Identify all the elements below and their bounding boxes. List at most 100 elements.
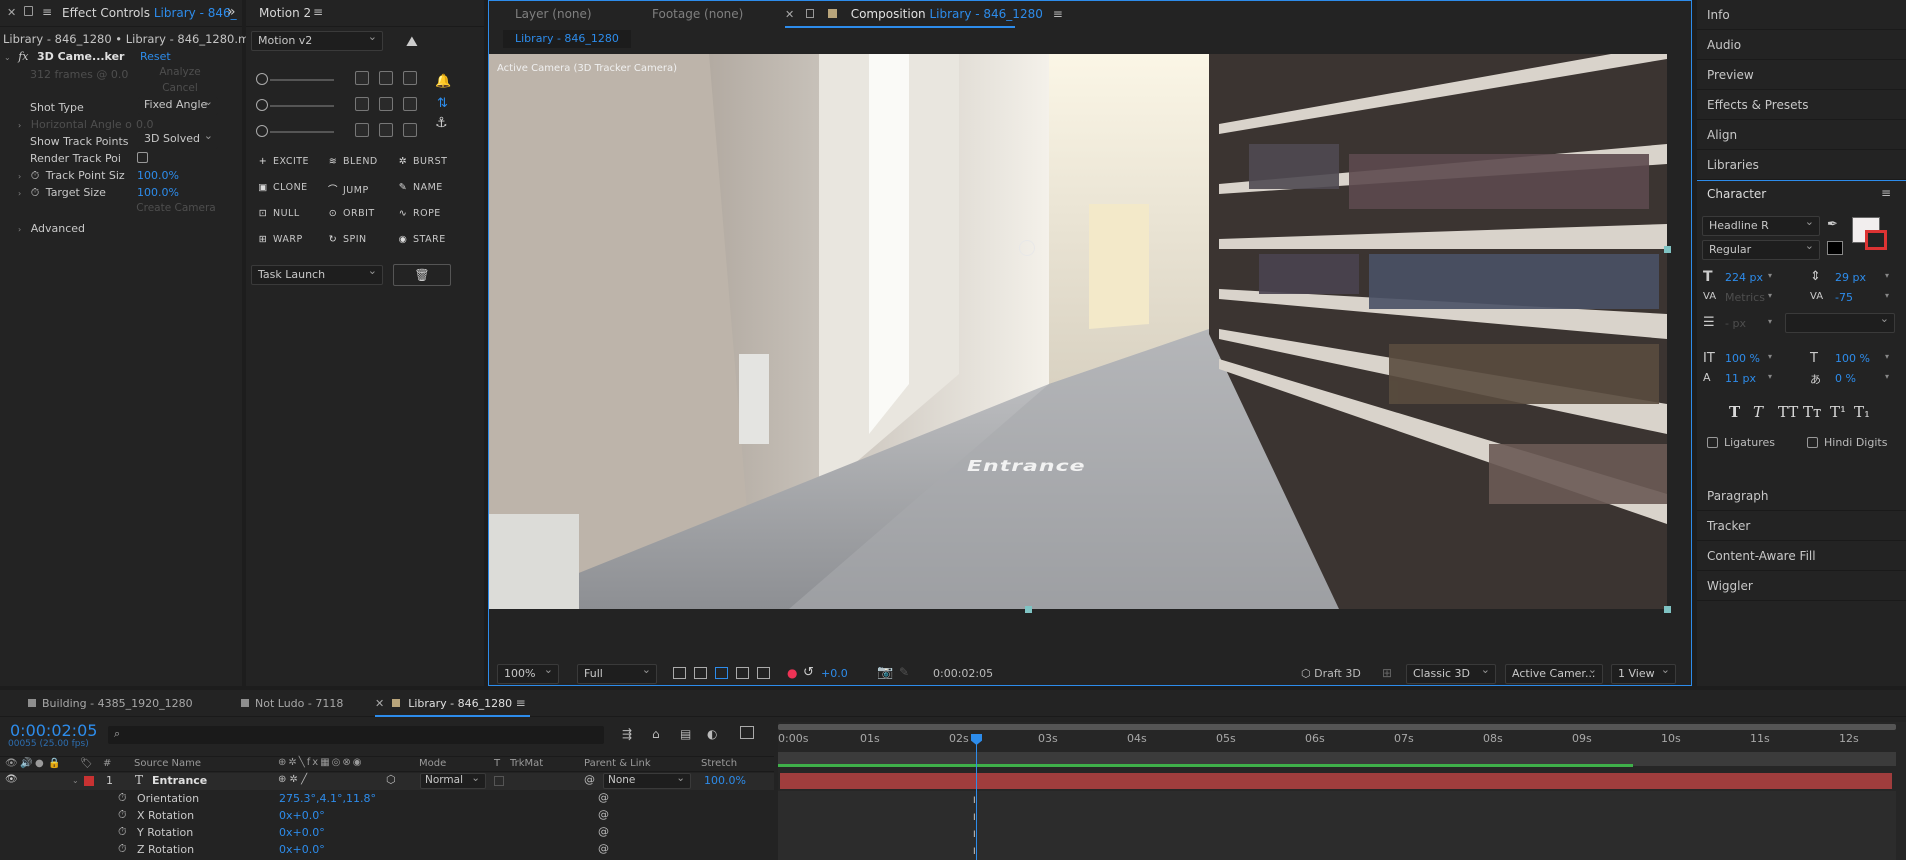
effect-controls-tab[interactable]: Effect Controls Library - 846_: [62, 6, 237, 20]
property-row-x-rotation[interactable]: ⏱ X Rotation 0x+0.0° @: [0, 808, 774, 825]
safe-zones-icon[interactable]: [757, 667, 770, 679]
chevron-down-icon[interactable]: ▾: [1768, 271, 1772, 280]
slider-track-1[interactable]: [270, 79, 334, 81]
chevron-down-icon[interactable]: ▾: [1768, 291, 1772, 300]
superscript-button[interactable]: T¹: [1830, 403, 1846, 421]
handle-bottom[interactable]: [1025, 606, 1032, 613]
stroke-style-dropdown[interactable]: [1785, 313, 1895, 333]
pickwhip-icon[interactable]: @: [598, 808, 609, 821]
panel-libraries[interactable]: Libraries: [1697, 150, 1906, 180]
anchor-br-button[interactable]: [403, 123, 417, 137]
motion-button-spin[interactable]: ↻ SPIN: [326, 234, 367, 245]
3d-ground-icon[interactable]: ⊞: [1382, 666, 1392, 680]
pickwhip-icon[interactable]: @: [598, 825, 609, 838]
keyframe-marker[interactable]: I: [973, 830, 976, 840]
trash-button[interactable]: 🗑: [393, 264, 451, 286]
motion-button-null[interactable]: ⊡ NULL: [256, 208, 300, 219]
close-icon[interactable]: ✕: [785, 8, 794, 21]
tab-composition[interactable]: ✕ Composition Library - 846_1280 ≡: [785, 1, 1063, 28]
tsume-value[interactable]: 0 %: [1835, 372, 1856, 385]
handle-right[interactable]: [1664, 246, 1671, 253]
panel-tracker[interactable]: Tracker: [1697, 511, 1906, 541]
lock-icon[interactable]: [806, 9, 815, 18]
create-camera-button[interactable]: Create Camera: [132, 202, 220, 218]
reset-link[interactable]: Reset: [140, 50, 171, 63]
stretch-value[interactable]: 100.0%: [704, 774, 746, 787]
layer-row[interactable]: 👁 ⌄ 1 T Entrance ⊕ ✲ ╱ ⬡ Normal @ None 1…: [0, 773, 774, 790]
stroke-width-value[interactable]: - px: [1725, 317, 1746, 330]
font-size-value[interactable]: 224 px: [1725, 271, 1763, 284]
current-time-display[interactable]: 0:00:02:05: [933, 667, 993, 680]
eyedropper-icon[interactable]: ✒: [1827, 217, 1838, 232]
motion-button-blend[interactable]: ≋ BLEND: [326, 156, 378, 167]
effect-row[interactable]: ⌄ fx 3D Came...ker Reset: [4, 50, 242, 63]
slider-track-2[interactable]: [270, 105, 334, 107]
track-point-size-row[interactable]: › ⏱ Track Point Siz 100.0%: [18, 169, 242, 183]
keyframe-marker[interactable]: I: [973, 847, 976, 857]
layer-duration-bar[interactable]: [780, 773, 1892, 789]
lock-icon[interactable]: [24, 6, 33, 16]
tab-library[interactable]: ✕ Library - 846_1280 ≡: [375, 690, 526, 717]
motion-preset-dropdown[interactable]: Motion v2: [251, 31, 383, 51]
horizontal-scale-value[interactable]: 100 %: [1835, 352, 1870, 365]
chevron-down-icon[interactable]: ▾: [1768, 372, 1772, 381]
work-area-range[interactable]: [778, 764, 1633, 767]
subscript-button[interactable]: T₁: [1854, 403, 1870, 421]
property-row-y-rotation[interactable]: ⏱ Y Rotation 0x+0.0° @: [0, 825, 774, 842]
switches-icons[interactable]: ⊕✲╲fx▦◎⊗◉: [278, 757, 364, 768]
keyframe-marker[interactable]: I: [973, 796, 976, 806]
hindi-digits-checkbox[interactable]: [1807, 437, 1818, 448]
show-snapshot-icon[interactable]: ✎: [899, 665, 909, 679]
target-icon[interactable]: [1019, 240, 1035, 256]
3d-layer-icon[interactable]: ⬡: [386, 773, 396, 786]
panel-info[interactable]: Info: [1697, 0, 1906, 30]
stopwatch-icon[interactable]: ⏱: [118, 791, 127, 805]
tracking-value[interactable]: -75: [1835, 291, 1853, 304]
panel-menu-icon[interactable]: ≡: [42, 5, 52, 19]
slider-knob-2[interactable]: [256, 99, 268, 111]
motion-tab[interactable]: Motion 2: [259, 6, 311, 20]
panel-paragraph[interactable]: Paragraph: [1697, 481, 1906, 511]
collapse-icon[interactable]: ⌄: [4, 53, 11, 62]
chevron-down-icon[interactable]: ▾: [1885, 352, 1889, 361]
stroke-color-swatch[interactable]: [1865, 230, 1887, 250]
trkmat-box[interactable]: [494, 776, 504, 786]
chevron-down-icon[interactable]: ▾: [1768, 317, 1772, 326]
panel-audio[interactable]: Audio: [1697, 30, 1906, 60]
vertical-scale-value[interactable]: 100 %: [1725, 352, 1760, 365]
source-name-column[interactable]: Source Name: [134, 758, 201, 769]
graph-editor-icon[interactable]: [740, 726, 754, 739]
parent-column[interactable]: Parent & Link: [584, 758, 651, 769]
playhead-line[interactable]: [976, 742, 977, 860]
label-icon[interactable]: 🏷: [80, 758, 93, 769]
slider-track-3[interactable]: [270, 131, 334, 133]
anchor-mr-button[interactable]: [403, 97, 417, 111]
baseline-shift-value[interactable]: 11 px: [1725, 372, 1756, 385]
panel-menu-icon[interactable]: ≡: [313, 5, 323, 19]
faux-italic-button[interactable]: T: [1753, 403, 1763, 421]
character-title[interactable]: Character: [1707, 187, 1766, 201]
visibility-eye-icon[interactable]: 👁: [5, 774, 18, 785]
comp-viewport[interactable]: Active Camera (3D Tracker Camera) Entran…: [489, 54, 1667, 609]
panel-align[interactable]: Align: [1697, 120, 1906, 150]
stretch-column[interactable]: Stretch: [701, 758, 737, 769]
camera-snapshot-icon[interactable]: 📷: [877, 665, 893, 680]
chevron-down-icon[interactable]: ▾: [1768, 352, 1772, 361]
stopwatch-icon[interactable]: ⏱: [31, 169, 40, 182]
chevron-down-icon[interactable]: ▾: [1885, 372, 1889, 381]
shy-layers-icon[interactable]: ⌂: [652, 727, 660, 741]
layer-switches[interactable]: ⊕ ✲ ╱: [278, 774, 307, 785]
fx-icon[interactable]: fx: [18, 50, 28, 63]
panel-preview[interactable]: Preview: [1697, 60, 1906, 90]
property-row-orientation[interactable]: ⏱ Orientation 275.3°,4.1°,11.8° @: [0, 791, 774, 808]
motion-button-excite[interactable]: + EXCITE: [256, 156, 309, 167]
stopwatch-icon[interactable]: ⏱: [118, 825, 127, 839]
comp-subtab[interactable]: Library - 846_1280: [503, 30, 631, 48]
chevron-down-icon[interactable]: ▾: [1885, 291, 1889, 300]
motion-button-stare[interactable]: ◉ STARE: [396, 234, 446, 245]
layer-name[interactable]: Entrance: [152, 774, 207, 787]
time-navigator[interactable]: [778, 724, 1896, 730]
close-icon[interactable]: ✕: [375, 697, 384, 710]
link-icon[interactable]: ⇅: [437, 96, 448, 111]
solo-icon[interactable]: ●: [35, 758, 44, 769]
